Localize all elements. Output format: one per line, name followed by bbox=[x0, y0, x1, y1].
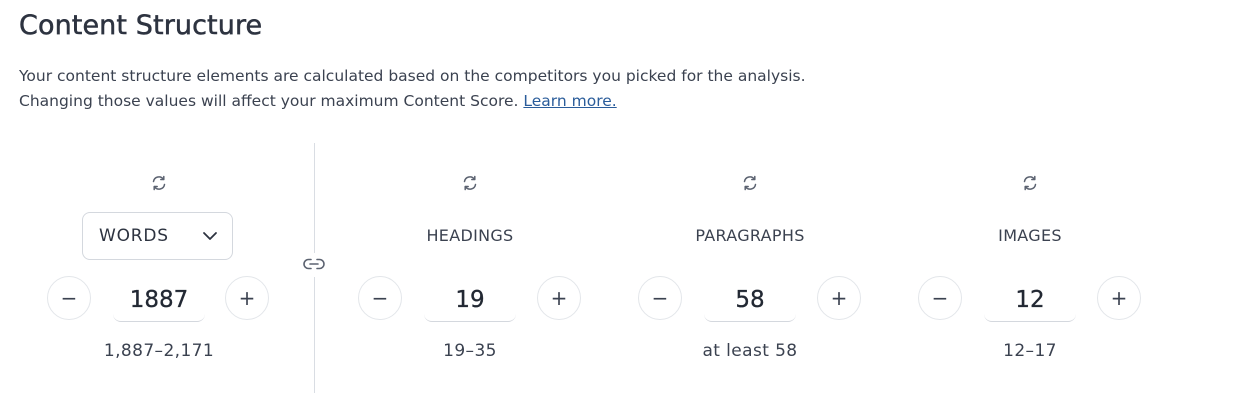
words-refresh-button[interactable] bbox=[148, 174, 170, 196]
words-decrement-button[interactable]: − bbox=[47, 276, 91, 320]
link-toggle-button[interactable] bbox=[300, 253, 328, 277]
paragraphs-increment-button[interactable]: + bbox=[817, 276, 861, 320]
refresh-icon bbox=[150, 174, 168, 196]
description-line-1: Your content structure elements are calc… bbox=[19, 67, 806, 85]
paragraphs-range: at least 58 bbox=[702, 341, 798, 361]
paragraphs-label: PARAGRAPHS bbox=[695, 226, 805, 245]
headings-refresh-button[interactable] bbox=[459, 174, 481, 196]
headings-label: HEADINGS bbox=[426, 226, 514, 245]
headings-decrement-button[interactable]: − bbox=[358, 276, 402, 320]
images-refresh-button[interactable] bbox=[1019, 174, 1041, 196]
words-increment-button[interactable]: + bbox=[225, 276, 269, 320]
page-title: Content Structure bbox=[19, 10, 263, 42]
images-increment-button[interactable]: + bbox=[1097, 276, 1141, 320]
learn-more-link[interactable]: Learn more. bbox=[523, 92, 616, 110]
refresh-icon bbox=[1021, 174, 1039, 196]
description-line-2: Changing those values will affect your m… bbox=[19, 92, 519, 110]
link-icon bbox=[302, 256, 326, 275]
metric-type-select[interactable]: WORDS bbox=[82, 212, 233, 260]
refresh-icon bbox=[741, 174, 759, 196]
paragraphs-value-input[interactable] bbox=[704, 278, 796, 322]
images-range: 12–17 bbox=[1003, 341, 1057, 361]
paragraphs-decrement-button[interactable]: − bbox=[638, 276, 682, 320]
headings-range: 19–35 bbox=[443, 341, 497, 361]
description: Your content structure elements are calc… bbox=[19, 64, 806, 114]
words-range: 1,887–2,171 bbox=[103, 341, 215, 361]
images-decrement-button[interactable]: − bbox=[918, 276, 962, 320]
headings-increment-button[interactable]: + bbox=[537, 276, 581, 320]
refresh-icon bbox=[461, 174, 479, 196]
paragraphs-refresh-button[interactable] bbox=[739, 174, 761, 196]
images-label: IMAGES bbox=[998, 226, 1062, 245]
headings-value-input[interactable] bbox=[424, 278, 516, 322]
images-value-input[interactable] bbox=[984, 278, 1076, 322]
words-value-input[interactable] bbox=[113, 278, 205, 322]
select-value: WORDS bbox=[99, 226, 169, 246]
chevron-down-icon bbox=[202, 226, 218, 246]
